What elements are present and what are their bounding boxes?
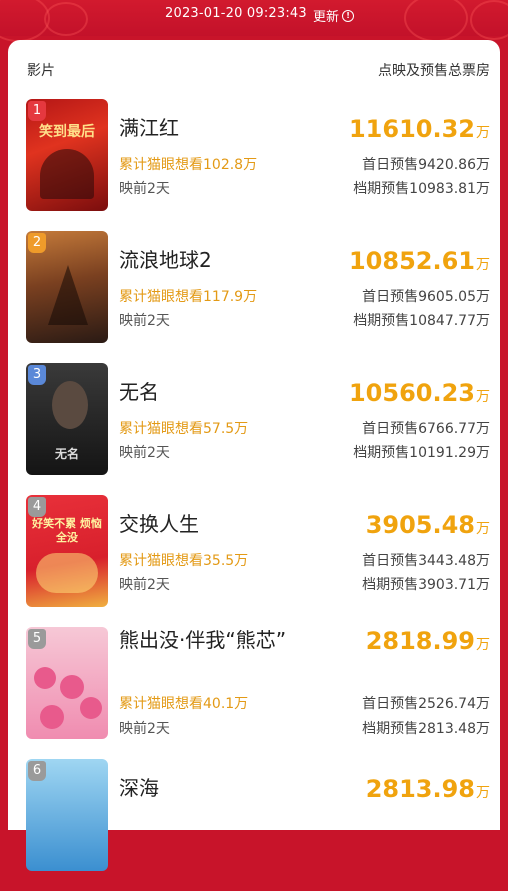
poster-figures [40,149,94,199]
period-presale: 档期预售10847.77万 [353,313,490,329]
total-unit: 万 [476,637,490,653]
days-before: 映前2天 [119,721,170,737]
first-day-presale: 首日预售9420.86万 [362,157,490,173]
decoration-cloud [44,2,88,36]
total-box-office: 2813.98万 [366,775,490,803]
days-before: 映前2天 [119,445,170,461]
total-unit: 万 [476,521,490,537]
total-box-office: 10560.23万 [349,379,490,407]
total-value: 3905.48 [365,511,475,539]
want-count: 累计猫眼想看102.8万 [119,157,258,173]
movie-poster[interactable]: 4 好笑不累 烦恼全没 [26,495,108,607]
days-before: 映前2天 [119,313,170,329]
total-unit: 万 [476,389,490,405]
poster-figure [48,265,88,325]
period-presale: 档期预售10191.29万 [353,445,490,461]
movie-title[interactable]: 无名 [119,380,159,404]
poster-figures [36,553,98,593]
poster-blob [80,697,102,719]
total-unit: 万 [476,257,490,273]
want-count: 累计猫眼想看57.5万 [119,421,249,437]
poster-blob [34,667,56,689]
movie-title[interactable]: 深海 [119,776,159,800]
info-icon[interactable]: ! [342,9,355,22]
total-value: 10560.23 [348,379,475,407]
movie-poster[interactable]: 3 无名 [26,363,108,475]
total-box-office: 2818.99万 [366,627,490,655]
rank-badge: 1 [28,101,46,121]
total-box-office: 10852.61万 [349,247,490,275]
movie-title[interactable]: 流浪地球2 [119,248,212,272]
total-unit: 万 [476,125,490,141]
refresh-label: 更新 [313,10,340,25]
period-presale: 档期预售10983.81万 [353,181,490,197]
total-value: 2813.98 [365,775,475,803]
total-value: 10852.61 [348,247,475,275]
movie-poster[interactable]: 6 [26,759,108,871]
movie-row[interactable]: 6 深海 2813.98万 [8,759,500,891]
first-day-presale: 首日预售9605.05万 [362,289,490,305]
want-count: 累计猫眼想看40.1万 [119,696,249,712]
movie-row[interactable]: 2 流浪地球2 累计猫眼想看117.9万 映前2天 10852.61万 首日预售… [8,231,500,363]
first-day-presale: 首日预售6766.77万 [362,421,490,437]
days-before: 映前2天 [119,577,170,593]
want-count: 累计猫眼想看35.5万 [119,553,249,569]
poster-blob [40,705,64,729]
rank-badge: 5 [28,629,46,649]
decoration-cloud [404,0,468,42]
movie-row[interactable]: 4 好笑不累 烦恼全没 交换人生 累计猫眼想看35.5万 映前2天 3905.4… [8,495,500,627]
total-value: 11610.32 [348,115,475,143]
rank-badge: 6 [28,761,46,781]
movie-row[interactable]: 5 熊出没·伴我“熊芯” 累计猫眼想看40.1万 映前2天 2818.99万 首… [8,627,500,759]
poster-text: 无名 [54,447,79,461]
movie-row[interactable]: 1 笑到最后 满江红 累计猫眼想看102.8万 映前2天 11610.32万 首… [8,99,500,231]
poster-text: 笑到最后 [39,124,95,140]
decoration-cloud [470,0,508,40]
total-unit: 万 [476,785,490,801]
movie-row[interactable]: 3 无名 无名 累计猫眼想看57.5万 映前2天 10560.23万 首日预售6… [8,363,500,495]
want-count: 累计猫眼想看117.9万 [119,289,258,305]
rank-badge: 2 [28,233,46,253]
movie-poster[interactable]: 1 笑到最后 [26,99,108,211]
table-header: 影片 点映及预售总票房 [8,40,500,100]
movie-title[interactable]: 交换人生 [119,512,199,536]
first-day-presale: 首日预售2526.74万 [362,696,490,712]
box-office-card: 影片 点映及预售总票房 1 笑到最后 满江红 累计猫眼想看102.8万 映前2天… [8,40,500,871]
refresh-button[interactable]: 更新 ! [313,6,355,25]
period-presale: 档期预售2813.48万 [362,721,490,737]
days-before: 映前2天 [119,181,170,197]
movie-poster[interactable]: 5 [26,627,108,739]
column-box-office[interactable]: 点映及预售总票房 [378,60,490,80]
poster-text: 好笑不累 烦恼全没 [32,517,102,544]
decoration-cloud [0,0,50,42]
total-value: 2818.99 [365,627,475,655]
rank-badge: 3 [28,365,46,385]
update-time: 2023-01-20 09:23:43 [165,6,307,21]
poster-face [52,381,88,429]
total-box-office: 3905.48万 [366,511,490,539]
total-box-office: 11610.32万 [349,115,490,143]
status-bar: 2023-01-20 09:23:43 更新 ! [0,0,508,42]
movie-title[interactable]: 熊出没·伴我“熊芯” [119,627,289,653]
period-presale: 档期预售3903.71万 [362,577,490,593]
first-day-presale: 首日预售3443.48万 [362,553,490,569]
movie-title[interactable]: 满江红 [119,116,179,140]
column-film: 影片 [27,63,55,79]
poster-blob [60,675,84,699]
rank-badge: 4 [28,497,46,517]
movie-poster[interactable]: 2 [26,231,108,343]
